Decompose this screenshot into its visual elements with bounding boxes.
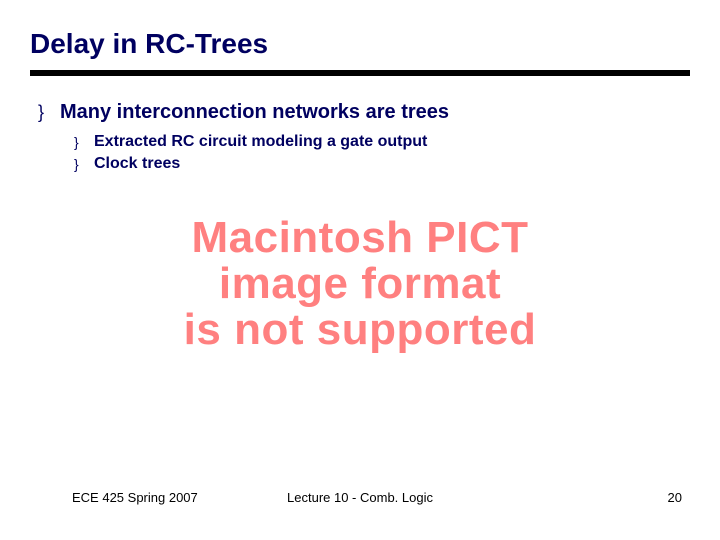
footer-page-number: 20	[668, 490, 682, 505]
pict-line: Macintosh PICT	[140, 215, 580, 261]
pict-line: image format	[140, 261, 580, 307]
bullet-glyph-icon: }	[38, 100, 60, 124]
slide: Delay in RC-Trees } Many interconnection…	[0, 0, 720, 540]
sub-bullet: } Extracted RC circuit modeling a gate o…	[74, 132, 427, 152]
slide-title: Delay in RC-Trees	[30, 28, 268, 60]
bullet-main: } Many interconnection networks are tree…	[38, 100, 449, 124]
title-rule	[30, 70, 690, 76]
sub-bullet-text: Extracted RC circuit modeling a gate out…	[94, 132, 427, 152]
sub-bullet-text: Clock trees	[94, 154, 180, 174]
bullet-glyph-icon: }	[74, 154, 94, 174]
bullet-glyph-icon: }	[74, 132, 94, 152]
sub-bullet-list: } Extracted RC circuit modeling a gate o…	[74, 132, 427, 176]
footer: ECE 425 Spring 2007 Lecture 10 - Comb. L…	[0, 490, 720, 510]
sub-bullet: } Clock trees	[74, 154, 427, 174]
pict-unsupported-message: Macintosh PICT image format is not suppo…	[140, 215, 580, 354]
footer-center: Lecture 10 - Comb. Logic	[0, 490, 720, 505]
pict-line: is not supported	[140, 307, 580, 353]
bullet-main-text: Many interconnection networks are trees	[60, 100, 449, 124]
